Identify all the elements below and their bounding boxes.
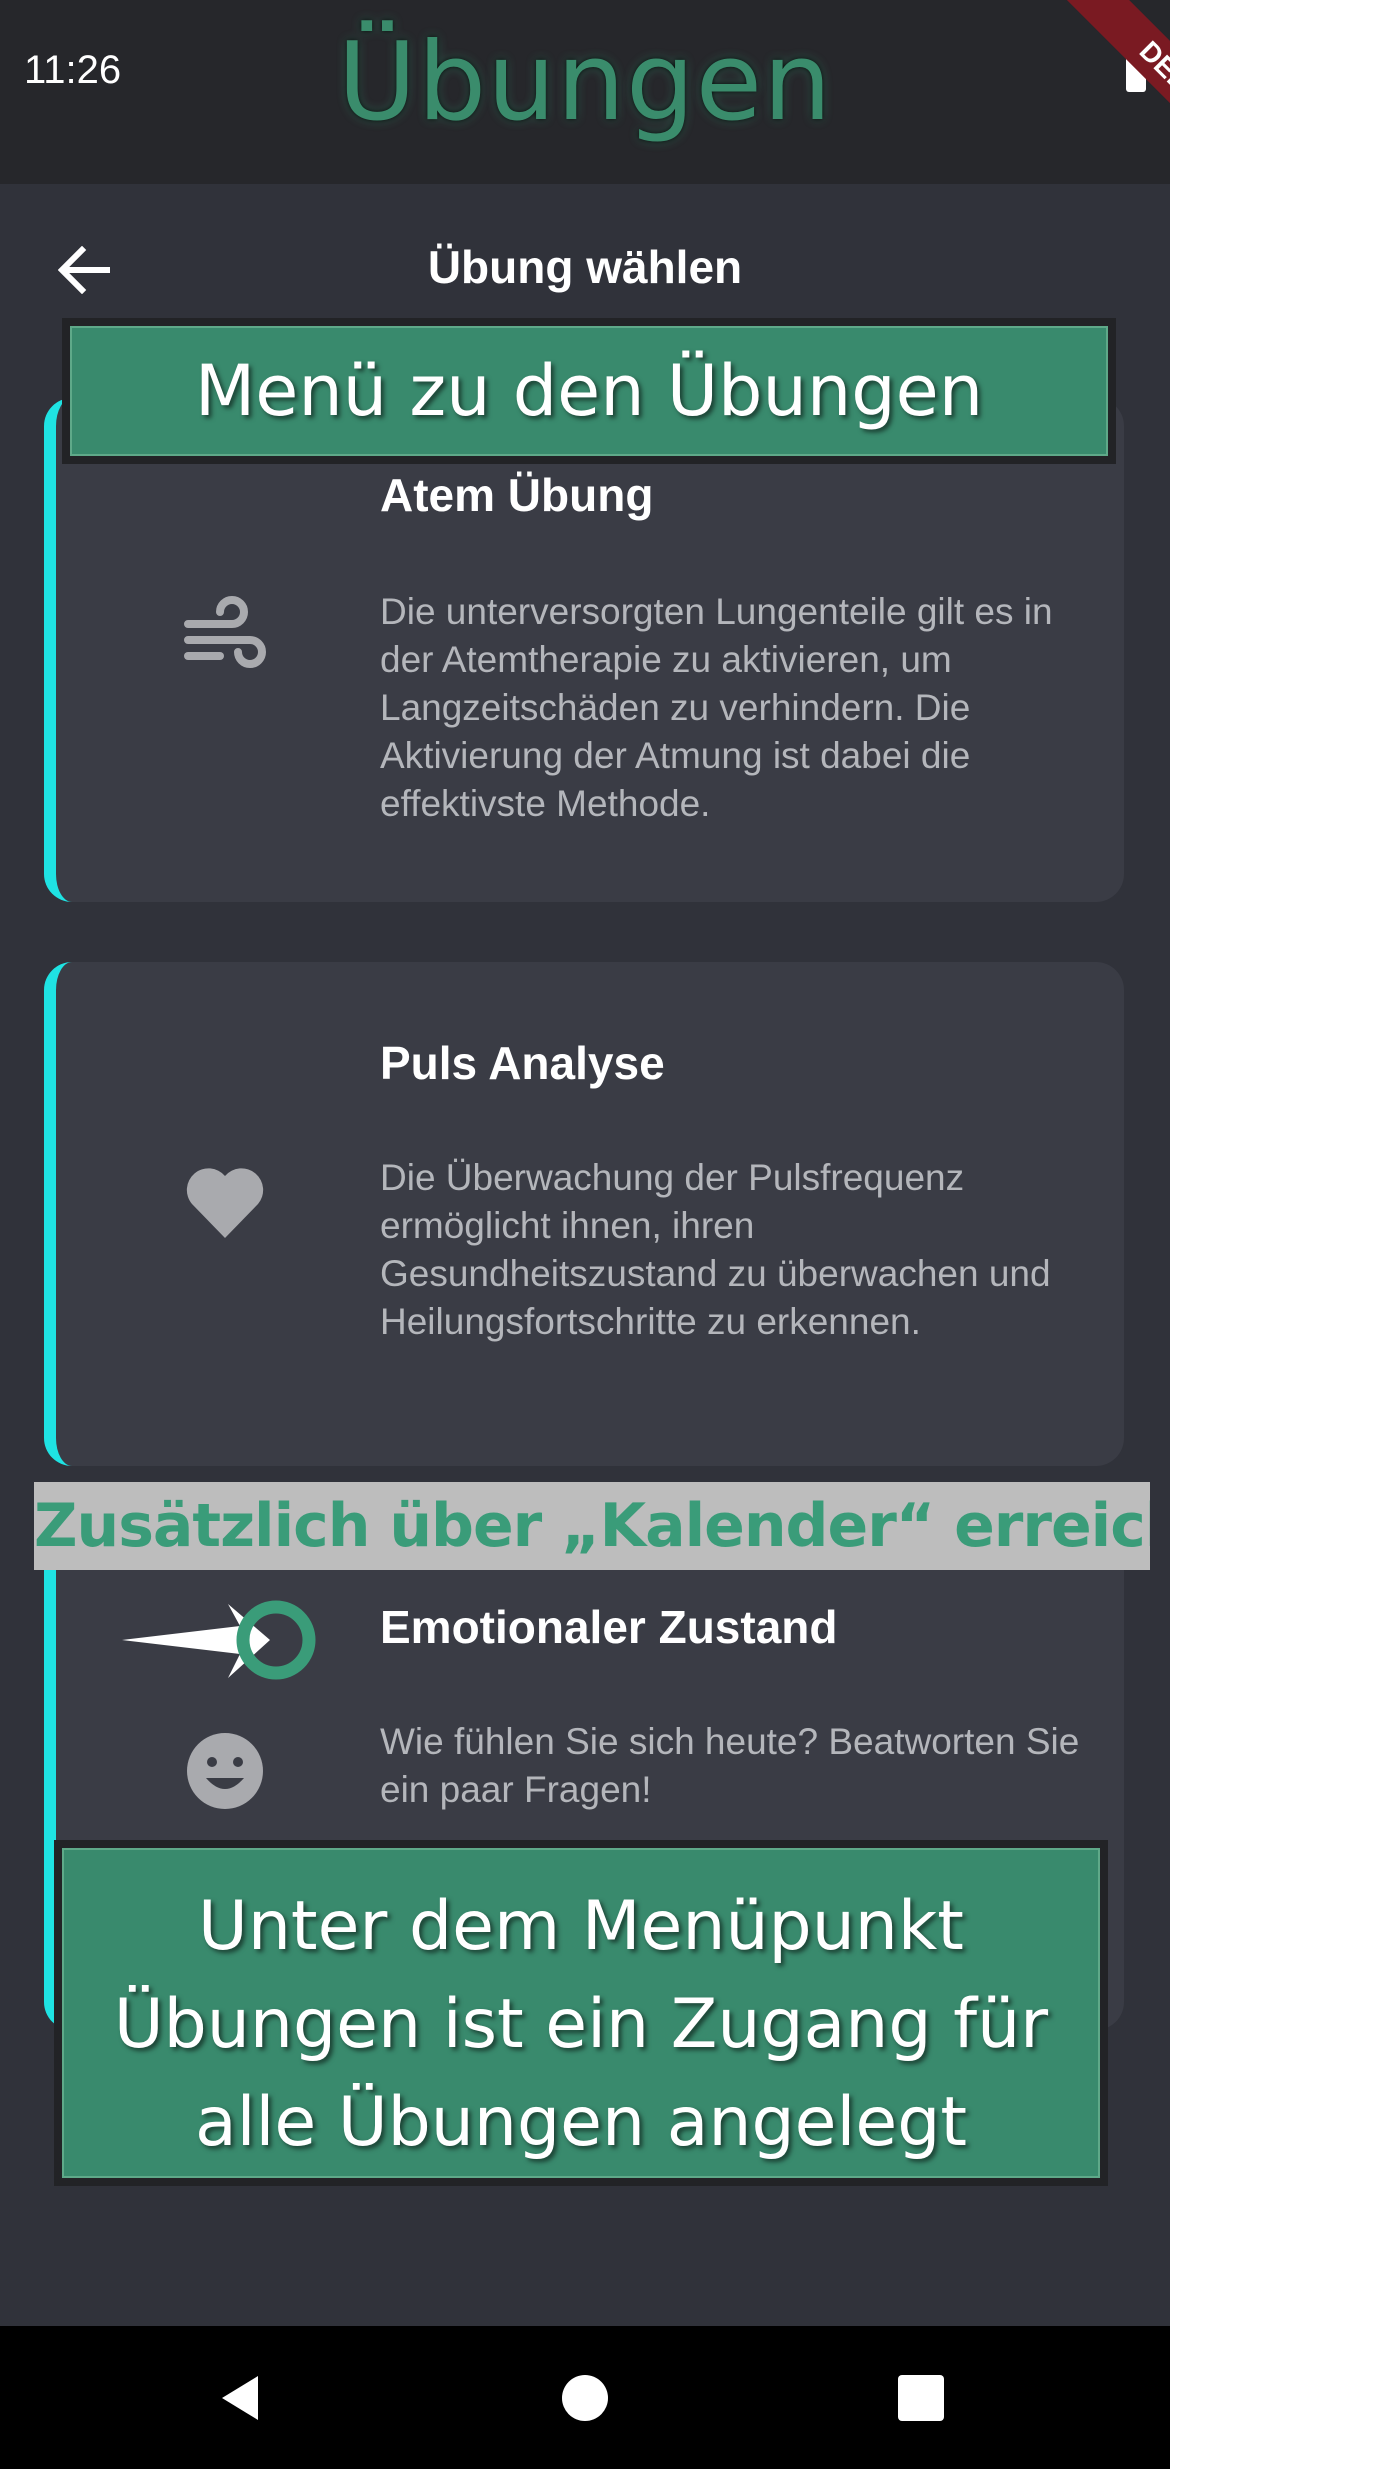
pointer-arrow-icon [122,1600,316,1680]
annotation-calendar-note: Zusätzlich über „Kalender“ erreichbar [34,1482,1150,1570]
screen-title: Übung wählen [427,241,743,293]
card-title: Atem Übung [380,469,654,521]
card-description: Die Überwachung der Pulsfrequenz ermögli… [380,1157,1051,1342]
system-nav-bar [0,2326,1170,2469]
phone-screen: 11:26 Übungen DEBUG Übung wählen Atem Üb… [0,0,1170,2469]
app-title: Übungen [337,20,833,145]
wind-icon [184,596,266,668]
card-description: Die unterversorgten Lungenteile gilt es … [380,591,1053,824]
annotation-menu-banner: Menü zu den Übungen [62,318,1116,464]
card-title: Puls Analyse [380,1037,665,1089]
banner-line: Unter dem Menüpunkt [198,1887,964,1966]
nav-home-icon[interactable] [557,2370,613,2426]
annotation-overview-banner: Unter dem Menüpunkt Übungen ist ein Zuga… [54,1840,1108,2186]
card-title: Emotionaler Zustand [380,1601,838,1653]
nav-recents-icon[interactable] [893,2370,949,2426]
heart-icon [186,1168,264,1238]
exercise-card-puls[interactable]: Puls Analyse Die Überwachung der Pulsfre… [44,962,1124,1466]
exercise-card-atem[interactable]: Atem Übung Die unterversorgten Lungentei… [44,398,1124,902]
banner-line: alle Übungen angelegt [194,2083,968,2162]
nav-back-icon[interactable] [214,2370,270,2426]
status-bar: 11:26 Übungen [0,0,1170,184]
card-description: Wie fühlen Sie sich heute? Beatworten Si… [380,1721,1080,1810]
smiley-icon [187,1733,263,1809]
banner-line: Übungen ist ein Zugang für [113,1985,1049,2064]
